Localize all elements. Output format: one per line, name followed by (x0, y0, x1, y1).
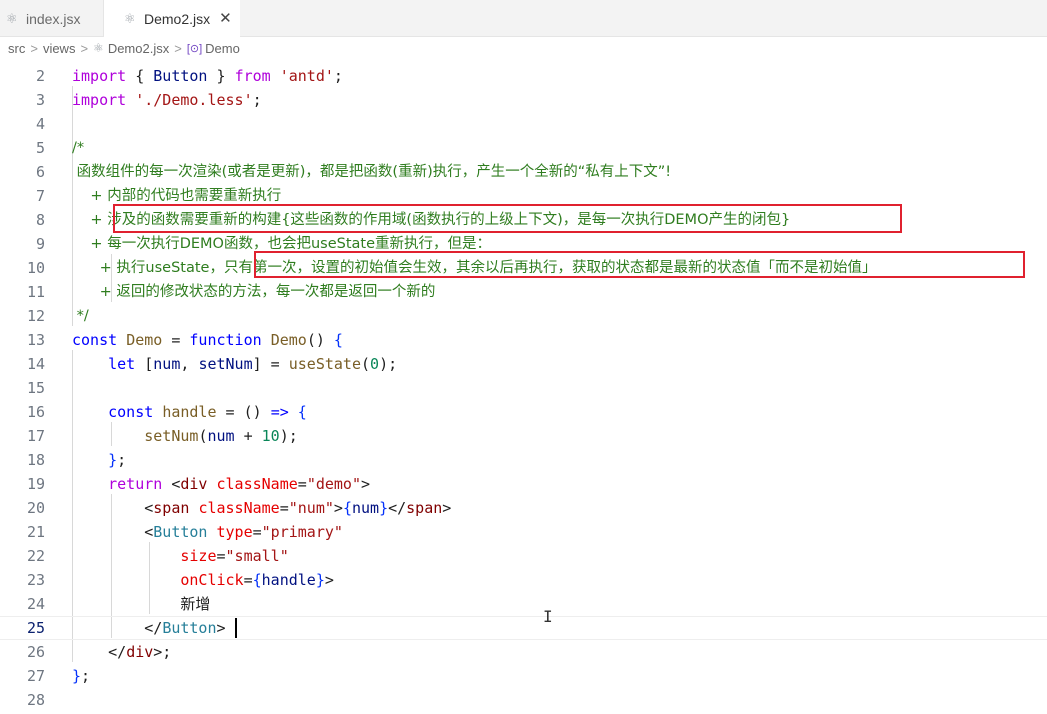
ibeam-cursor-icon: I (543, 607, 553, 626)
line-number: 10 (26, 259, 45, 277)
tab-label: Demo2.jsx (144, 11, 211, 27)
line-number: 13 (26, 331, 45, 349)
breadcrumb-item-symbol[interactable]: Demo (205, 41, 240, 56)
line-number: 15 (26, 379, 45, 397)
code-line: 11 + 返回的修改状态的方法，每一次都是返回一个新的 (0, 280, 1047, 304)
breadcrumb-item-src[interactable]: src (8, 41, 25, 56)
code-line: 26 </div>; (0, 640, 1047, 664)
line-number: 26 (26, 643, 45, 661)
react-icon: ⚛ (93, 41, 104, 55)
code-text: onClick={handle}> (180, 571, 334, 589)
line-number: 28 (26, 691, 45, 709)
line-number: 2 (35, 67, 45, 85)
line-number: 27 (26, 667, 45, 685)
line-number: 16 (26, 403, 45, 421)
react-icon: ⚛ (124, 11, 136, 26)
code-text: let [num, setNum] = useState(0); (108, 355, 398, 373)
code-text: return <div className="demo"> (108, 475, 371, 493)
code-text: <Button type="primary" (144, 523, 343, 541)
code-text: }; (108, 451, 127, 469)
breadcrumb-item-views[interactable]: views (43, 41, 76, 56)
code-line: 12 */ (0, 304, 1047, 328)
line-number: 12 (26, 307, 45, 325)
line-number: 17 (26, 427, 45, 445)
editor-tab-bar: ⚛ index.jsx ⚛ Demo2.jsx ✕ (0, 0, 1047, 38)
text-caret (235, 618, 237, 638)
code-line: 23 onClick={handle}> (0, 568, 1047, 592)
code-text: }; (72, 667, 91, 685)
code-text: 新增 (72, 595, 211, 613)
code-line: 5 /* (0, 136, 1047, 160)
code-line: 14 let [num, setNum] = useState(0); (0, 352, 1047, 376)
code-text: import './Demo.less'; (72, 91, 262, 109)
code-line: 17 setNum(num + 10); (0, 424, 1047, 448)
code-text: import { Button } from 'antd'; (72, 67, 343, 85)
react-icon: ⚛ (6, 10, 18, 26)
line-number: 4 (35, 115, 45, 133)
code-line-current: 25 </Button> (0, 616, 1047, 640)
code-line: 4 (0, 112, 1047, 136)
code-comment: 函数组件的每一次渲染(或者是更新)，都是把函数(重新)执行，产生一个全新的“私有… (72, 164, 672, 180)
code-line: 18 }; (0, 448, 1047, 472)
line-number: 23 (26, 571, 45, 589)
code-line: 20 <span className="num">{num}</span> (0, 496, 1047, 520)
code-line: 3 import './Demo.less'; (0, 88, 1047, 112)
line-number: 21 (26, 523, 45, 541)
breadcrumb-item-file[interactable]: Demo2.jsx (108, 41, 169, 56)
code-line: 19 return <div className="demo"> (0, 472, 1047, 496)
code-editor[interactable]: 2 import { Button } from 'antd'; 3 impor… (0, 62, 1047, 714)
highlight-box (254, 251, 1025, 278)
code-comment: /* (72, 140, 85, 156)
code-text: size="small" (180, 547, 289, 565)
line-number: 3 (35, 91, 45, 109)
line-number: 18 (26, 451, 45, 469)
line-number: 22 (26, 547, 45, 565)
line-number: 20 (26, 499, 45, 517)
tab-label: index.jsx (26, 10, 81, 27)
highlight-box (113, 204, 902, 233)
code-comment: */ (72, 308, 89, 324)
line-number: 24 (26, 595, 45, 613)
code-text: </Button> (144, 619, 226, 637)
code-comment: + 返回的修改状态的方法，每一次都是返回一个新的 (72, 284, 436, 300)
chevron-right-icon: > (80, 40, 89, 56)
tab-demo2-jsx[interactable]: ⚛ Demo2.jsx ✕ (104, 0, 240, 38)
chevron-right-icon: > (174, 40, 182, 56)
line-number: 6 (35, 163, 45, 181)
code-line: 21 <Button type="primary" (0, 520, 1047, 544)
code-line: 22 size="small" (0, 544, 1047, 568)
line-number: 9 (35, 235, 45, 253)
line-number: 19 (26, 475, 45, 493)
close-icon[interactable]: ✕ (219, 11, 232, 26)
code-text: <span className="num">{num}</span> (144, 499, 452, 517)
code-line: 13 const Demo = function Demo() { (0, 328, 1047, 352)
line-number: 7 (35, 187, 45, 205)
line-number: 5 (35, 139, 45, 157)
code-text: setNum(num + 10); (144, 427, 298, 445)
code-text: const handle = () => { (108, 403, 307, 421)
tab-index-jsx[interactable]: ⚛ index.jsx (0, 0, 103, 37)
breadcrumb: src > views > ⚛ Demo2.jsx > [⊙] Demo (8, 38, 240, 58)
code-line: 24 新增 (0, 592, 1047, 616)
code-line: 16 const handle = () => { (0, 400, 1047, 424)
code-line: 6 函数组件的每一次渲染(或者是更新)，都是把函数(重新)执行，产生一个全新的“… (0, 160, 1047, 184)
code-text: const Demo = function Demo() { (72, 331, 343, 349)
code-line: 15 (0, 376, 1047, 400)
code-line: 27 }; (0, 664, 1047, 688)
line-number: 11 (26, 283, 45, 301)
code-line: 28 (0, 688, 1047, 712)
line-number: 14 (26, 355, 45, 373)
code-line: 2 import { Button } from 'antd'; (0, 64, 1047, 88)
chevron-right-icon: > (30, 40, 38, 56)
symbol-variable-icon: [⊙] (186, 42, 203, 55)
line-number: 8 (35, 211, 45, 229)
line-number: 25 (26, 619, 45, 637)
code-text: </div>; (108, 643, 172, 661)
